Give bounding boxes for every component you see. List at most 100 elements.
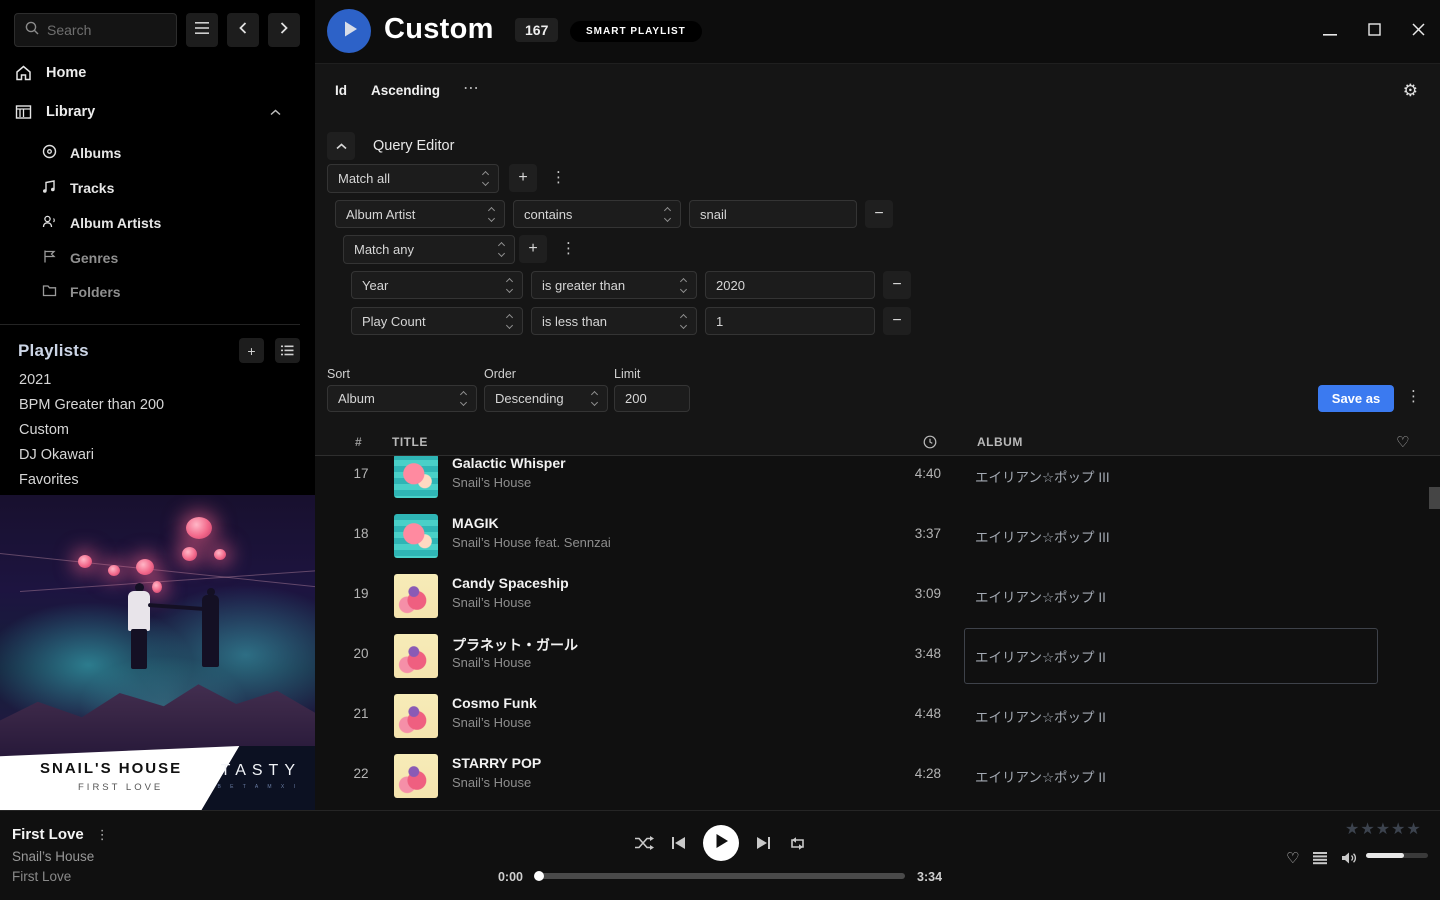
- playlist-item[interactable]: Custom: [19, 422, 69, 438]
- sort-direction-button[interactable]: Ascending: [371, 83, 440, 98]
- now-playing-title[interactable]: First Love: [12, 826, 84, 843]
- volume-slider[interactable]: [1366, 853, 1428, 858]
- sidebar-item-library[interactable]: Library: [14, 104, 299, 120]
- rule-value-input[interactable]: [705, 307, 875, 335]
- figure-silhouette: [131, 629, 147, 669]
- next-button[interactable]: [756, 836, 771, 850]
- playlist-item[interactable]: Favorites: [19, 472, 79, 488]
- volume-icon[interactable]: [1341, 851, 1358, 865]
- favorite-button[interactable]: ♡: [1286, 849, 1299, 867]
- window-minimize-button[interactable]: [1308, 10, 1352, 54]
- table-row[interactable]: 17 Galactic Whisper Snail’s House 4:40 エ…: [315, 451, 1440, 506]
- window-maximize-button[interactable]: [1352, 10, 1396, 54]
- track-album[interactable]: エイリアン☆ポップ II: [975, 646, 1106, 666]
- order-select[interactable]: Descending: [484, 385, 608, 412]
- table-row[interactable]: 20 プラネット・ガール Snail’s House 3:48 エイリアン☆ポッ…: [315, 626, 1440, 686]
- play-playlist-button[interactable]: [327, 9, 371, 53]
- favorite-column-icon[interactable]: ♡: [1396, 433, 1410, 451]
- playlist-item[interactable]: DJ Okawari: [19, 447, 94, 463]
- nav-forward-button[interactable]: [268, 13, 300, 47]
- sidebar-item-album-artists[interactable]: Album Artists: [42, 214, 161, 232]
- track-artist[interactable]: Snail’s House: [452, 475, 531, 490]
- track-album[interactable]: エイリアン☆ポップ III: [975, 466, 1110, 486]
- track-album[interactable]: エイリアン☆ポップ II: [975, 586, 1106, 606]
- search-input[interactable]: [47, 22, 157, 38]
- remove-rule-button[interactable]: −: [865, 200, 893, 228]
- sidebar-item-folders[interactable]: Folders: [42, 284, 121, 300]
- column-album[interactable]: ALBUM: [977, 435, 1023, 449]
- track-duration: 4:48: [865, 706, 941, 721]
- sidebar-item-home[interactable]: Home: [14, 65, 299, 81]
- queue-button[interactable]: [1312, 851, 1328, 865]
- clock-icon[interactable]: [923, 435, 937, 452]
- seek-handle[interactable]: [534, 871, 544, 881]
- shuffle-button[interactable]: [634, 835, 654, 851]
- sidebar-item-genres[interactable]: Genres: [42, 249, 118, 267]
- previous-button[interactable]: [671, 836, 686, 850]
- table-row[interactable]: 21 Cosmo Funk Snail’s House 4:48 エイリアン☆ポ…: [315, 686, 1440, 746]
- lantern: [152, 581, 162, 593]
- select-arrows-icon: [507, 279, 512, 292]
- add-rule-button[interactable]: +: [519, 235, 547, 263]
- remove-rule-button[interactable]: −: [883, 271, 911, 299]
- track-menu-button[interactable]: ⋮: [96, 827, 109, 843]
- rule-operator-select[interactable]: is less than: [531, 307, 697, 335]
- gear-icon[interactable]: ⚙: [1403, 81, 1418, 101]
- add-rule-button[interactable]: +: [509, 164, 537, 192]
- track-artist[interactable]: Snail’s House: [452, 775, 531, 790]
- home-icon: [14, 65, 32, 81]
- sidebar-item-albums[interactable]: Albums: [42, 144, 121, 162]
- track-album[interactable]: エイリアン☆ポップ III: [975, 526, 1110, 546]
- menu-button[interactable]: [186, 13, 218, 47]
- playlist-list-button[interactable]: [275, 338, 300, 363]
- sort-select[interactable]: Album: [327, 385, 477, 412]
- rule-group-menu-button[interactable]: ⋮: [561, 241, 576, 256]
- table-row[interactable]: 19 Candy Spaceship Snail’s House 3:09 エイ…: [315, 566, 1440, 626]
- playlist-item[interactable]: BPM Greater than 200: [19, 397, 164, 413]
- limit-input[interactable]: [614, 385, 690, 412]
- track-artist[interactable]: Snail’s House: [452, 595, 531, 610]
- group-match-select[interactable]: Match any: [343, 235, 515, 264]
- table-row[interactable]: 18 MAGIK Snail’s House feat. Sennzai 3:3…: [315, 506, 1440, 566]
- track-artist[interactable]: Snail’s House: [452, 715, 531, 730]
- chevron-up-icon[interactable]: [270, 104, 281, 120]
- search-input-wrap[interactable]: [14, 13, 177, 47]
- window-close-button[interactable]: [1396, 10, 1440, 54]
- repeat-button[interactable]: [788, 836, 807, 851]
- rule-field-select[interactable]: Year: [351, 271, 523, 299]
- now-playing-album[interactable]: First Love: [12, 869, 71, 884]
- table-row[interactable]: 22 STARRY POP Snail’s House 4:28 エイリアン☆ポ…: [315, 746, 1440, 806]
- playlist-item[interactable]: 2021: [19, 372, 51, 388]
- rule-field-select[interactable]: Play Count: [351, 307, 523, 335]
- nav-back-button[interactable]: [227, 13, 259, 47]
- now-playing-artwork[interactable]: SNAIL'S HOUSE FIRST LOVE TASTY B E T A M…: [0, 495, 315, 810]
- save-as-button[interactable]: Save as: [1318, 385, 1394, 412]
- query-editor-collapse-button[interactable]: [327, 132, 355, 160]
- track-artist[interactable]: Snail’s House: [452, 655, 531, 670]
- add-playlist-button[interactable]: +: [239, 338, 264, 363]
- rule-value-input[interactable]: [705, 271, 875, 299]
- play-pause-button[interactable]: [703, 825, 739, 861]
- more-options-button[interactable]: ⋯: [463, 78, 480, 98]
- track-artist[interactable]: Snail’s House feat. Sennzai: [452, 535, 611, 550]
- rule-operator-select[interactable]: contains: [513, 200, 681, 228]
- sort-field-button[interactable]: Id: [335, 83, 347, 98]
- track-album[interactable]: エイリアン☆ポップ II: [975, 766, 1106, 786]
- sidebar-item-tracks[interactable]: Tracks: [42, 179, 114, 197]
- rule-field-select[interactable]: Album Artist: [335, 200, 505, 228]
- column-index[interactable]: #: [355, 435, 362, 449]
- now-playing-artist[interactable]: Snail’s House: [12, 849, 94, 864]
- rule-group-menu-button[interactable]: ⋮: [551, 170, 566, 185]
- chevron-right-icon: [278, 21, 290, 40]
- track-album[interactable]: エイリアン☆ポップ II: [975, 706, 1106, 726]
- rule-operator-select[interactable]: is greater than: [531, 271, 697, 299]
- column-title[interactable]: TITLE: [392, 435, 428, 449]
- order-label: Order: [484, 367, 516, 381]
- scrollbar-thumb[interactable]: [1429, 487, 1440, 509]
- seek-slider[interactable]: [535, 873, 905, 879]
- root-match-select[interactable]: Match all: [327, 164, 499, 193]
- rule-value-input[interactable]: [689, 200, 857, 228]
- remove-rule-button[interactable]: −: [883, 307, 911, 335]
- query-menu-button[interactable]: ⋮: [1406, 389, 1421, 404]
- rating-stars[interactable]: ★★★★★: [1345, 819, 1422, 839]
